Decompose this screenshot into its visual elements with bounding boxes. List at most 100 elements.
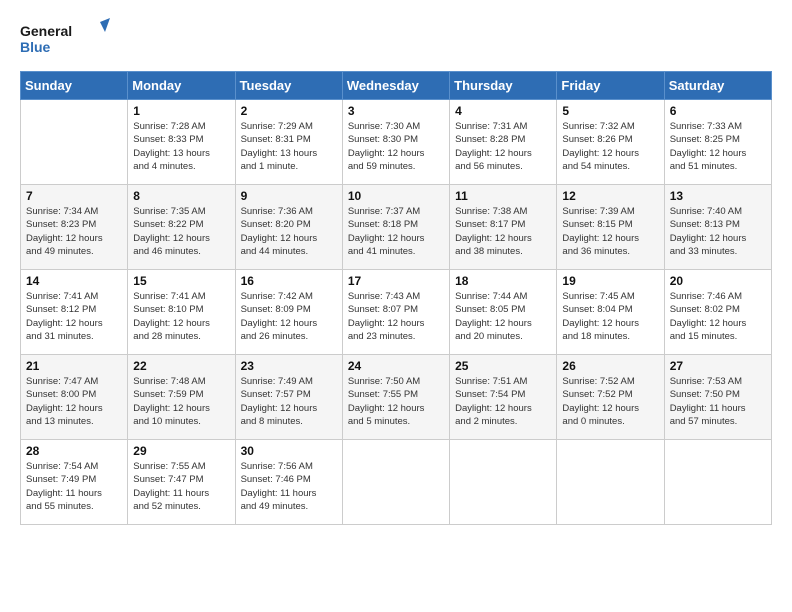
week-row-3: 21 Sunrise: 7:47 AM Sunset: 8:00 PM Dayli… [21, 355, 772, 440]
header-cell-friday: Friday [557, 72, 664, 100]
day-info: Sunrise: 7:54 AM Sunset: 7:49 PM Dayligh… [26, 460, 122, 513]
day-number: 17 [348, 274, 444, 288]
header: General Blue [20, 18, 772, 63]
day-number: 1 [133, 104, 229, 118]
day-cell: 28 Sunrise: 7:54 AM Sunset: 7:49 PM Dayli… [21, 440, 128, 525]
day-info: Sunrise: 7:43 AM Sunset: 8:07 PM Dayligh… [348, 290, 444, 343]
day-cell: 5 Sunrise: 7:32 AM Sunset: 8:26 PM Daylig… [557, 100, 664, 185]
day-info: Sunrise: 7:39 AM Sunset: 8:15 PM Dayligh… [562, 205, 658, 258]
day-cell [342, 440, 449, 525]
day-cell: 19Sunrise: 7:45 AM Sunset: 8:04 PM Dayli… [557, 270, 664, 355]
day-cell: 13 Sunrise: 7:40 AM Sunset: 8:13 PM Dayli… [664, 185, 771, 270]
day-info: Sunrise: 7:42 AM Sunset: 8:09 PM Dayligh… [241, 290, 337, 343]
day-number: 26 [562, 359, 658, 373]
day-number: 10 [348, 189, 444, 203]
day-cell: 14 Sunrise: 7:41 AM Sunset: 8:12 PM Dayli… [21, 270, 128, 355]
day-cell: 24Sunrise: 7:50 AM Sunset: 7:55 PM Dayli… [342, 355, 449, 440]
logo-svg: General Blue [20, 18, 110, 63]
day-info: Sunrise: 7:31 AM Sunset: 8:28 PM Dayligh… [455, 120, 551, 173]
day-info: Sunrise: 7:41 AM Sunset: 8:10 PM Dayligh… [133, 290, 229, 343]
day-cell: 27Sunrise: 7:53 AM Sunset: 7:50 PM Dayli… [664, 355, 771, 440]
day-number: 3 [348, 104, 444, 118]
day-cell: 4 Sunrise: 7:31 AM Sunset: 8:28 PM Daylig… [450, 100, 557, 185]
day-number: 15 [133, 274, 229, 288]
day-cell: 18 Sunrise: 7:44 AM Sunset: 8:05 PM Dayli… [450, 270, 557, 355]
day-info: Sunrise: 7:41 AM Sunset: 8:12 PM Dayligh… [26, 290, 122, 343]
day-number: 27 [670, 359, 766, 373]
day-cell: 8 Sunrise: 7:35 AM Sunset: 8:22 PM Daylig… [128, 185, 235, 270]
day-cell [664, 440, 771, 525]
day-info: Sunrise: 7:55 AM Sunset: 7:47 PM Dayligh… [133, 460, 229, 513]
day-cell: 6Sunrise: 7:33 AM Sunset: 8:25 PM Daylig… [664, 100, 771, 185]
week-row-4: 28 Sunrise: 7:54 AM Sunset: 7:49 PM Dayli… [21, 440, 772, 525]
day-cell [557, 440, 664, 525]
day-info: Sunrise: 7:56 AM Sunset: 7:46 PM Dayligh… [241, 460, 337, 513]
day-number: 4 [455, 104, 551, 118]
day-cell: 17 Sunrise: 7:43 AM Sunset: 8:07 PM Dayli… [342, 270, 449, 355]
page: General Blue SundayMondayTuesdayWednesda… [0, 0, 792, 612]
day-number: 24 [348, 359, 444, 373]
header-cell-sunday: Sunday [21, 72, 128, 100]
day-number: 18 [455, 274, 551, 288]
calendar-table: SundayMondayTuesdayWednesdayThursdayFrid… [20, 71, 772, 525]
day-cell: 10 Sunrise: 7:37 AM Sunset: 8:18 PM Dayli… [342, 185, 449, 270]
day-number: 14 [26, 274, 122, 288]
day-cell: 16 Sunrise: 7:42 AM Sunset: 8:09 PM Dayli… [235, 270, 342, 355]
day-number: 22 [133, 359, 229, 373]
header-cell-monday: Monday [128, 72, 235, 100]
day-info: Sunrise: 7:32 AM Sunset: 8:26 PM Dayligh… [562, 120, 658, 173]
header-row: SundayMondayTuesdayWednesdayThursdayFrid… [21, 72, 772, 100]
day-cell: 11Sunrise: 7:38 AM Sunset: 8:17 PM Dayli… [450, 185, 557, 270]
day-number: 16 [241, 274, 337, 288]
day-info: Sunrise: 7:30 AM Sunset: 8:30 PM Dayligh… [348, 120, 444, 173]
day-info: Sunrise: 7:37 AM Sunset: 8:18 PM Dayligh… [348, 205, 444, 258]
day-number: 12 [562, 189, 658, 203]
day-cell: 1 Sunrise: 7:28 AM Sunset: 8:33 PM Daylig… [128, 100, 235, 185]
week-row-0: 1 Sunrise: 7:28 AM Sunset: 8:33 PM Daylig… [21, 100, 772, 185]
header-cell-tuesday: Tuesday [235, 72, 342, 100]
day-info: Sunrise: 7:47 AM Sunset: 8:00 PM Dayligh… [26, 375, 122, 428]
day-number: 8 [133, 189, 229, 203]
week-row-1: 7 Sunrise: 7:34 AM Sunset: 8:23 PM Daylig… [21, 185, 772, 270]
day-info: Sunrise: 7:52 AM Sunset: 7:52 PM Dayligh… [562, 375, 658, 428]
day-cell: 25 Sunrise: 7:51 AM Sunset: 7:54 PM Dayli… [450, 355, 557, 440]
day-number: 20 [670, 274, 766, 288]
day-info: Sunrise: 7:48 AM Sunset: 7:59 PM Dayligh… [133, 375, 229, 428]
day-cell: 9 Sunrise: 7:36 AM Sunset: 8:20 PM Daylig… [235, 185, 342, 270]
day-number: 23 [241, 359, 337, 373]
day-info: Sunrise: 7:36 AM Sunset: 8:20 PM Dayligh… [241, 205, 337, 258]
header-cell-wednesday: Wednesday [342, 72, 449, 100]
day-cell: 7 Sunrise: 7:34 AM Sunset: 8:23 PM Daylig… [21, 185, 128, 270]
day-number: 5 [562, 104, 658, 118]
day-info: Sunrise: 7:44 AM Sunset: 8:05 PM Dayligh… [455, 290, 551, 343]
day-number: 9 [241, 189, 337, 203]
day-cell [450, 440, 557, 525]
day-cell: 21 Sunrise: 7:47 AM Sunset: 8:00 PM Dayli… [21, 355, 128, 440]
day-cell: 30 Sunrise: 7:56 AM Sunset: 7:46 PM Dayli… [235, 440, 342, 525]
day-number: 7 [26, 189, 122, 203]
day-info: Sunrise: 7:34 AM Sunset: 8:23 PM Dayligh… [26, 205, 122, 258]
day-number: 11 [455, 189, 551, 203]
logo: General Blue [20, 18, 110, 63]
day-cell: 2Sunrise: 7:29 AM Sunset: 8:31 PM Daylig… [235, 100, 342, 185]
day-number: 21 [26, 359, 122, 373]
day-cell: 22 Sunrise: 7:48 AM Sunset: 7:59 PM Dayli… [128, 355, 235, 440]
day-number: 25 [455, 359, 551, 373]
day-cell: 20Sunrise: 7:46 AM Sunset: 8:02 PM Dayli… [664, 270, 771, 355]
day-cell: 23Sunrise: 7:49 AM Sunset: 7:57 PM Dayli… [235, 355, 342, 440]
day-info: Sunrise: 7:35 AM Sunset: 8:22 PM Dayligh… [133, 205, 229, 258]
day-number: 30 [241, 444, 337, 458]
day-info: Sunrise: 7:51 AM Sunset: 7:54 PM Dayligh… [455, 375, 551, 428]
svg-text:General: General [20, 23, 72, 39]
day-info: Sunrise: 7:45 AM Sunset: 8:04 PM Dayligh… [562, 290, 658, 343]
day-number: 13 [670, 189, 766, 203]
header-cell-saturday: Saturday [664, 72, 771, 100]
day-cell [21, 100, 128, 185]
day-info: Sunrise: 7:28 AM Sunset: 8:33 PM Dayligh… [133, 120, 229, 173]
day-info: Sunrise: 7:40 AM Sunset: 8:13 PM Dayligh… [670, 205, 766, 258]
day-cell: 26 Sunrise: 7:52 AM Sunset: 7:52 PM Dayli… [557, 355, 664, 440]
day-number: 28 [26, 444, 122, 458]
day-info: Sunrise: 7:29 AM Sunset: 8:31 PM Dayligh… [241, 120, 337, 173]
day-number: 6 [670, 104, 766, 118]
week-row-2: 14 Sunrise: 7:41 AM Sunset: 8:12 PM Dayli… [21, 270, 772, 355]
